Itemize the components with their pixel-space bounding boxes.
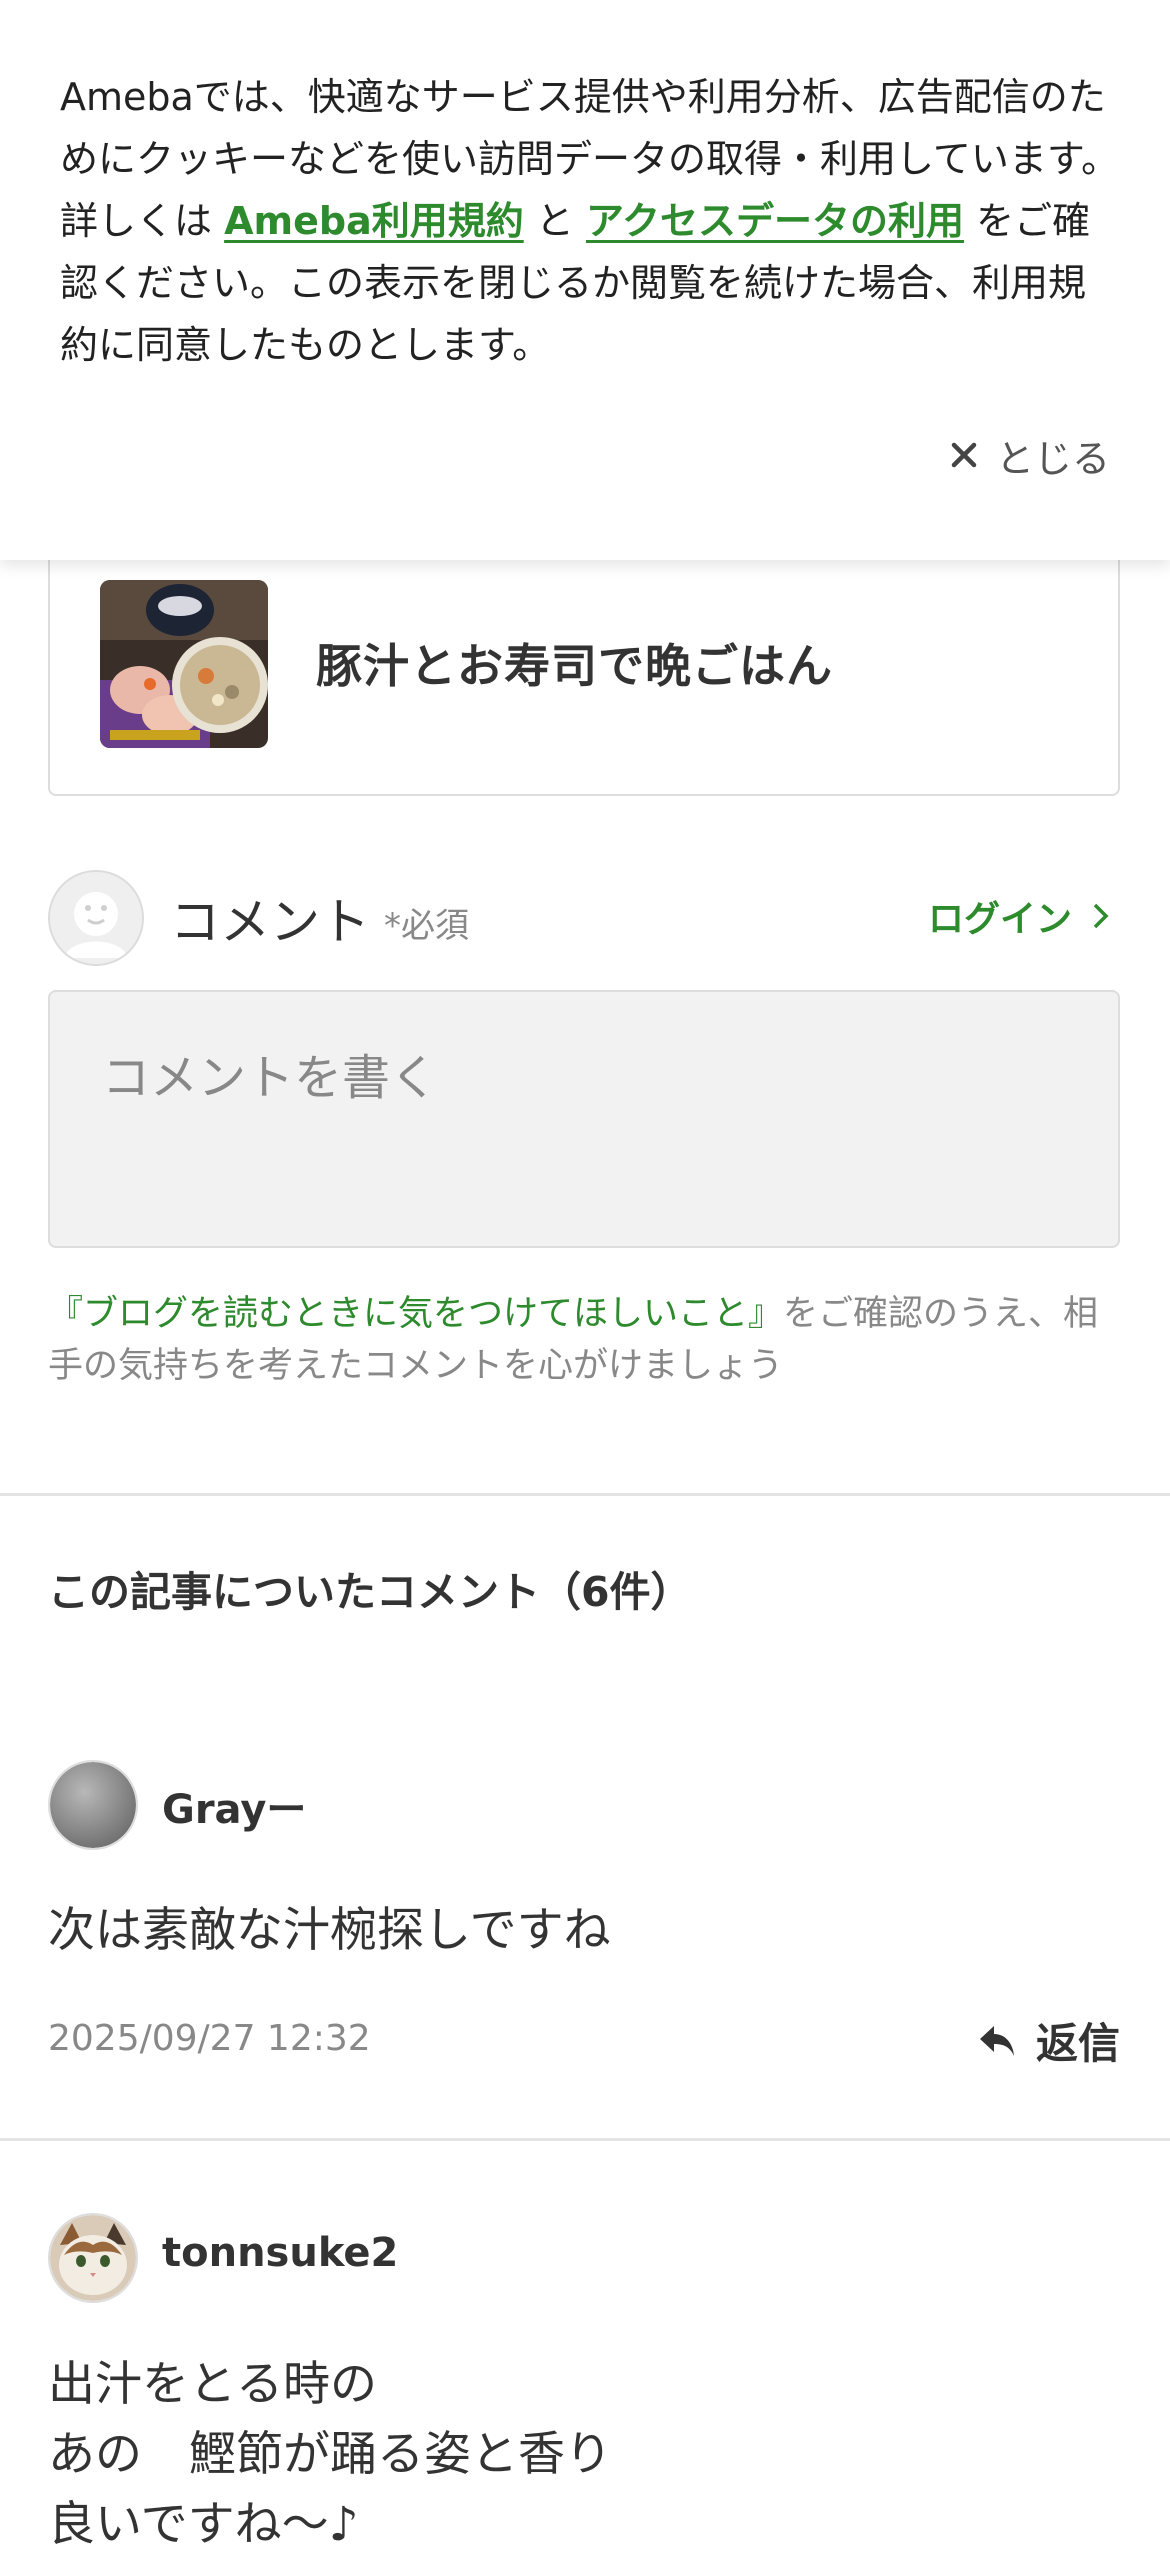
login-link[interactable]: ログイン — [928, 890, 1110, 942]
article-title[interactable]: 豚汁とお寿司で晩ごはん — [316, 630, 833, 696]
reply-icon — [979, 2025, 1014, 2056]
close-label: とじる — [995, 436, 1110, 481]
comment-body: 出汁をとる時の あの 鰹節が踊る姿と香り 良いですね～♪ — [48, 2350, 1118, 2560]
cookie-conjunction: と — [535, 199, 574, 243]
commenter-name[interactable]: tonnsuke2 — [162, 2230, 398, 2276]
close-icon — [951, 442, 977, 468]
section-divider — [0, 1493, 1170, 1496]
commenter-avatar[interactable] — [48, 2213, 138, 2303]
comment-input[interactable] — [48, 990, 1120, 1248]
terms-link[interactable]: Ameba利用規約 — [224, 199, 524, 243]
cookie-close-button[interactable]: とじる — [950, 425, 1110, 485]
related-article-card[interactable]: 豚汁とお寿司で晩ごはん — [48, 520, 1120, 796]
comment-line: 出汁をとる時の — [48, 2357, 377, 2412]
comment-timestamp: 2025/09/27 12:32 — [48, 2018, 371, 2059]
guidelines-link[interactable]: 『ブログを読むときに気をつけてほしいこと』 — [48, 1294, 783, 1334]
user-avatar-placeholder — [48, 870, 144, 966]
reply-label: 返信 — [1035, 2019, 1120, 2068]
comment-guidelines: 『ブログを読むときに気をつけてほしいこと』をご確認のうえ、相手の気持ちを考えたコ… — [48, 1288, 1128, 1392]
comment-line: あの 鰹節が踊る姿と香り — [48, 2427, 612, 2482]
comment-divider — [0, 2138, 1170, 2141]
reply-button[interactable]: 返信 — [978, 2010, 1120, 2071]
required-mark: *必須 — [384, 906, 469, 946]
chevron-right-icon — [1093, 903, 1109, 929]
cookie-consent-text: Amebaでは、快適なサービス提供や利用分析、広告配信のためにクッキーなどを使い… — [60, 66, 1120, 376]
comments-section-title: この記事についたコメント（6件） — [48, 1568, 692, 1616]
commenter-name[interactable]: Grayー — [162, 1777, 306, 1835]
comment-label: コメント — [170, 893, 370, 951]
commenter-avatar[interactable] — [48, 1760, 138, 1850]
access-data-link[interactable]: アクセスデータの利用 — [586, 199, 964, 243]
login-label: ログイン — [927, 899, 1072, 940]
article-thumbnail — [100, 580, 268, 748]
cookie-consent-banner: Amebaでは、快適なサービス提供や利用分析、広告配信のためにクッキーなどを使い… — [0, 0, 1170, 560]
comment-body: 次は素敵な汁椀探しですね — [48, 1903, 611, 1958]
comment-line: 良いですね～♪ — [48, 2497, 359, 2552]
